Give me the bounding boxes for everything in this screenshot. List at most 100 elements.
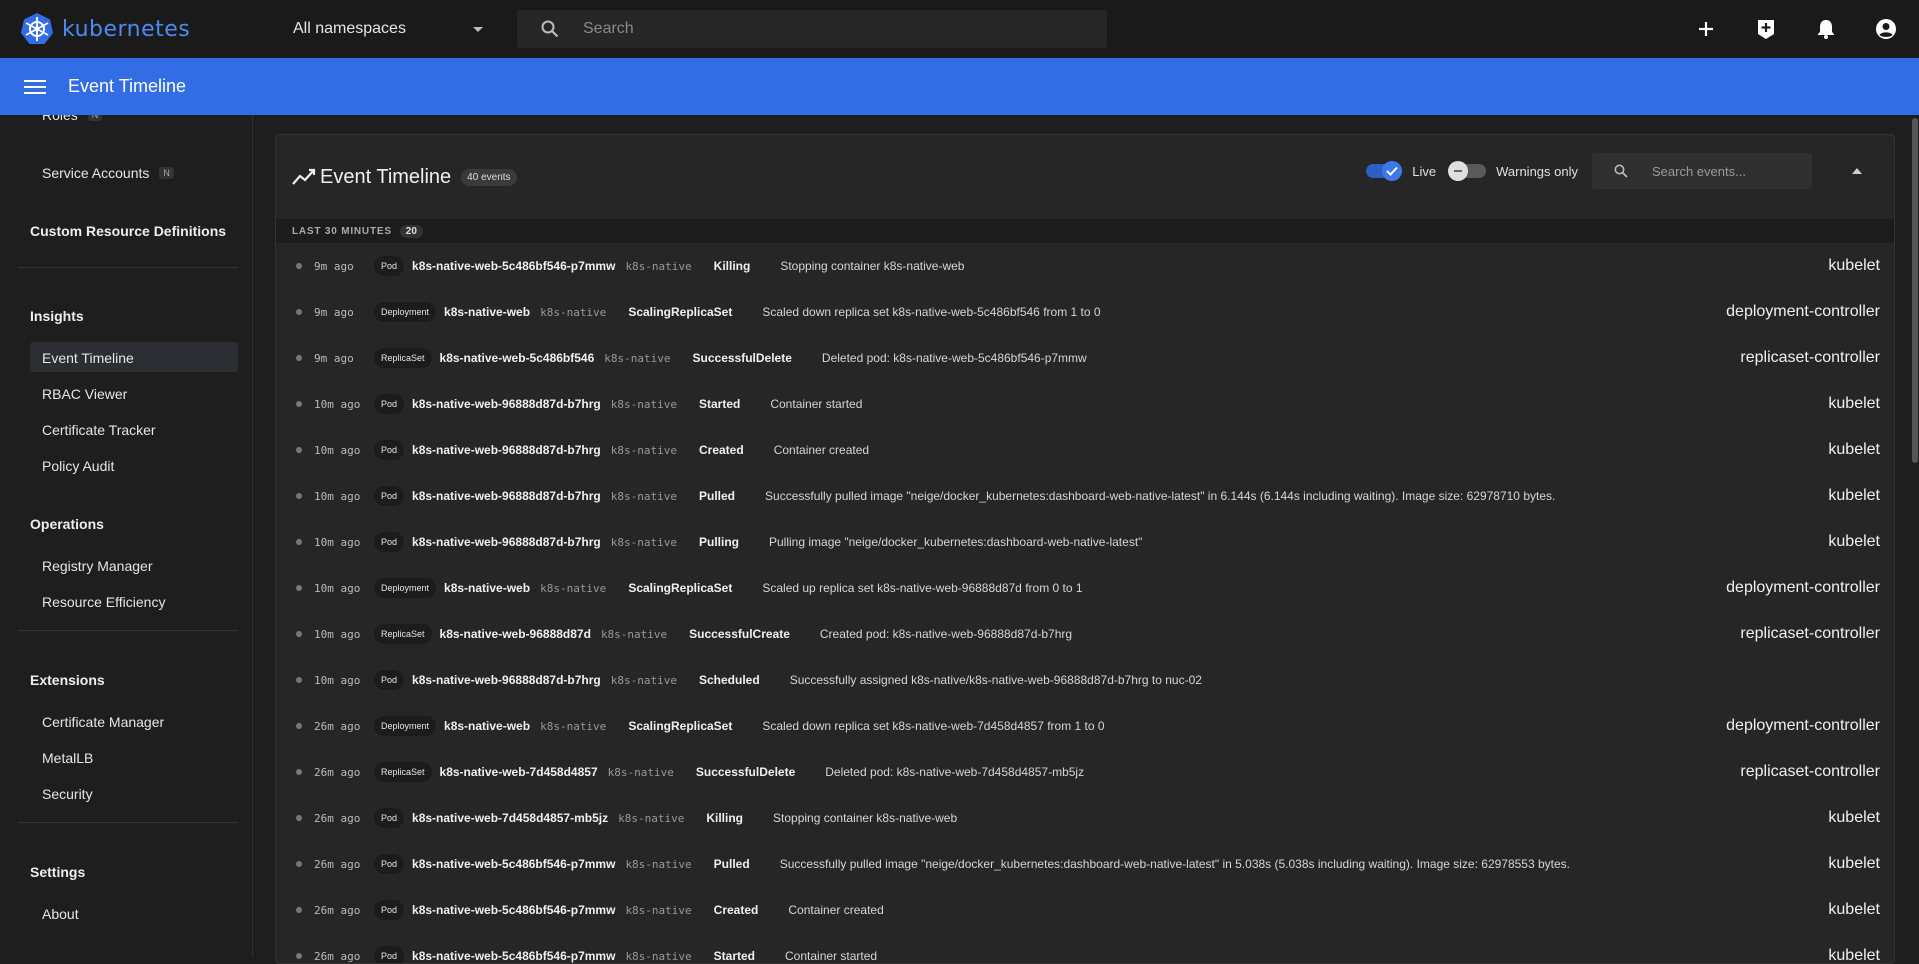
event-row[interactable]: 26m ago Pod k8s-native-web-5c486bf546-p7mm…	[276, 841, 1894, 887]
notifications-bell-icon[interactable]	[1813, 16, 1839, 42]
resource-name[interactable]: k8s-native-web-5c486bf546-p7mmw	[412, 903, 615, 917]
sidebar-item-metallb[interactable]: MetalLB	[42, 750, 93, 766]
event-reason: Started	[699, 397, 741, 411]
sidebar-item-security[interactable]: Security	[42, 786, 93, 802]
event-row[interactable]: 10m ago Pod k8s-native-web-96888d87d-b7hrg…	[276, 519, 1894, 565]
namespace-label: k8s-native	[625, 857, 692, 871]
event-message: Scaled down replica set k8s-native-web-7…	[762, 719, 1105, 733]
add-box-icon[interactable]	[1753, 16, 1779, 42]
namespace-selector[interactable]: All namespaces	[293, 20, 493, 38]
resource-name[interactable]: k8s-native-web-5c486bf546	[440, 351, 595, 365]
sidebar-item-certificate-tracker[interactable]: Certificate Tracker	[42, 422, 156, 438]
event-reason: SuccessfulDelete	[695, 765, 796, 779]
event-row[interactable]: 26m ago Pod k8s-native-web-5c486bf546-p7mm…	[276, 933, 1894, 963]
kind-badge: Deployment	[374, 716, 437, 736]
event-row[interactable]: 26m ago Deployment k8s-native-web k8s-nativ…	[276, 703, 1894, 749]
namespace-label: k8s-native	[625, 259, 692, 273]
event-age: 10m ago	[314, 627, 361, 641]
kind-badge: ReplicaSet	[374, 348, 432, 368]
event-row[interactable]: 10m ago Pod k8s-native-web-96888d87d-b7hrg…	[276, 427, 1894, 473]
sidebar-heading-insights[interactable]: Insights	[30, 308, 84, 324]
event-reason: SuccessfulDelete	[692, 351, 792, 365]
kubernetes-logo[interactable]: kubernetes	[20, 12, 285, 46]
event-row[interactable]: 9m ago Pod k8s-native-web-5c486bf546-p7mmw…	[276, 243, 1894, 289]
sidebar-item-policy-audit[interactable]: Policy Audit	[42, 458, 114, 474]
resource-name[interactable]: k8s-native-web-96888d87d-b7hrg	[412, 489, 601, 503]
event-row[interactable]: 10m ago Pod k8s-native-web-96888d87d-b7hrg…	[276, 657, 1894, 703]
resource-name[interactable]: k8s-native-web	[444, 581, 530, 595]
resource-name[interactable]: k8s-native-web-7d458d4857-mb5jz	[412, 811, 608, 825]
sidebar-item-resource-efficiency[interactable]: Resource Efficiency	[42, 594, 165, 610]
add-icon[interactable]	[1693, 16, 1719, 42]
event-row[interactable]: 26m ago ReplicaSet k8s-native-web-7d458d48…	[276, 749, 1894, 795]
event-row[interactable]: 10m ago Deployment k8s-native-web k8s-nativ…	[276, 565, 1894, 611]
status-dot	[296, 723, 302, 729]
sidebar: Roles N Service Accounts N Custom Resour…	[0, 115, 253, 957]
sidebar-heading-extensions[interactable]: Extensions	[30, 672, 105, 688]
event-source: deployment-controller	[1726, 579, 1880, 596]
namespace-label: k8s-native	[540, 719, 607, 733]
event-search[interactable]	[1592, 153, 1812, 189]
event-reason: Scheduled	[699, 673, 760, 687]
timeline-icon	[292, 168, 316, 185]
sidebar-item-service-accounts[interactable]: Service Accounts N	[42, 165, 174, 181]
event-source: kubelet	[1828, 809, 1880, 826]
divider	[18, 267, 238, 268]
namespace-label: k8s-native	[625, 903, 692, 917]
resource-name[interactable]: k8s-native-web-5c486bf546-p7mmw	[412, 259, 615, 273]
event-age: 9m ago	[314, 305, 354, 319]
event-age: 26m ago	[314, 765, 361, 779]
section-header: LAST 30 MINUTES 20	[276, 219, 1894, 243]
event-row[interactable]: 10m ago Pod k8s-native-web-96888d87d-b7hrg…	[276, 381, 1894, 427]
scrollbar-thumb[interactable]	[1912, 118, 1918, 463]
kind-badge: Pod	[374, 808, 405, 828]
event-reason: ScalingReplicaSet	[628, 581, 733, 595]
sidebar-heading-operations[interactable]: Operations	[30, 516, 104, 532]
sidebar-item-event-timeline[interactable]: Event Timeline	[42, 350, 134, 366]
status-dot	[296, 401, 302, 407]
global-search[interactable]	[517, 10, 1107, 48]
warnings-only-label: Warnings only	[1496, 163, 1578, 179]
event-row[interactable]: 9m ago ReplicaSet k8s-native-web-5c486bf54…	[276, 335, 1894, 381]
divider	[18, 630, 238, 631]
event-row[interactable]: 10m ago ReplicaSet k8s-native-web-96888d87…	[276, 611, 1894, 657]
resource-name[interactable]: k8s-native-web-5c486bf546-p7mmw	[412, 949, 615, 963]
event-age: 10m ago	[314, 673, 361, 687]
sidebar-item-crd[interactable]: Custom Resource Definitions	[30, 223, 226, 239]
namespace-label: k8s-native	[540, 581, 607, 595]
menu-icon[interactable]	[24, 76, 46, 98]
resource-name[interactable]: k8s-native-web	[444, 719, 530, 733]
warnings-only-toggle[interactable]	[1448, 161, 1487, 181]
app-bar: Event Timeline	[0, 58, 1919, 115]
search-input[interactable]	[583, 20, 1063, 38]
collapse-up-icon[interactable]	[1852, 168, 1862, 174]
account-circle-icon[interactable]	[1873, 16, 1899, 42]
event-row[interactable]: 9m ago Deployment k8s-native-web k8s-native…	[276, 289, 1894, 335]
sidebar-item-rbac-viewer[interactable]: RBAC Viewer	[42, 386, 127, 402]
top-actions	[1693, 0, 1899, 58]
event-search-input[interactable]	[1652, 163, 1802, 179]
sidebar-item-registry-manager[interactable]: Registry Manager	[42, 558, 153, 574]
sidebar-item-certificate-manager[interactable]: Certificate Manager	[42, 714, 164, 730]
resource-name[interactable]: k8s-native-web-96888d87d-b7hrg	[412, 443, 601, 457]
resource-name[interactable]: k8s-native-web	[444, 305, 530, 319]
resource-name[interactable]: k8s-native-web-96888d87d-b7hrg	[412, 397, 601, 411]
sidebar-heading-settings[interactable]: Settings	[30, 864, 85, 880]
chevron-down-icon	[473, 26, 483, 32]
resource-name[interactable]: k8s-native-web-5c486bf546-p7mmw	[412, 857, 615, 871]
resource-name[interactable]: k8s-native-web-7d458d4857	[440, 765, 598, 779]
sidebar-item-roles[interactable]: Roles N	[42, 115, 103, 123]
live-toggle[interactable]	[1366, 161, 1403, 181]
event-row[interactable]: 26m ago Pod k8s-native-web-7d458d4857-mb5j…	[276, 795, 1894, 841]
event-row[interactable]: 10m ago Pod k8s-native-web-96888d87d-b7hrg…	[276, 473, 1894, 519]
resource-name[interactable]: k8s-native-web-96888d87d-b7hrg	[412, 673, 601, 687]
event-message: Container started	[785, 949, 878, 963]
section-label: LAST 30 MINUTES	[292, 225, 392, 237]
event-row[interactable]: 26m ago Pod k8s-native-web-5c486bf546-p7mm…	[276, 887, 1894, 933]
check-icon	[1382, 161, 1403, 181]
section-count-badge: 20	[399, 224, 423, 238]
resource-name[interactable]: k8s-native-web-96888d87d-b7hrg	[412, 535, 601, 549]
resource-name[interactable]: k8s-native-web-96888d87d	[440, 627, 591, 641]
namespace-label: k8s-native	[600, 627, 668, 641]
sidebar-item-about[interactable]: About	[42, 906, 79, 922]
